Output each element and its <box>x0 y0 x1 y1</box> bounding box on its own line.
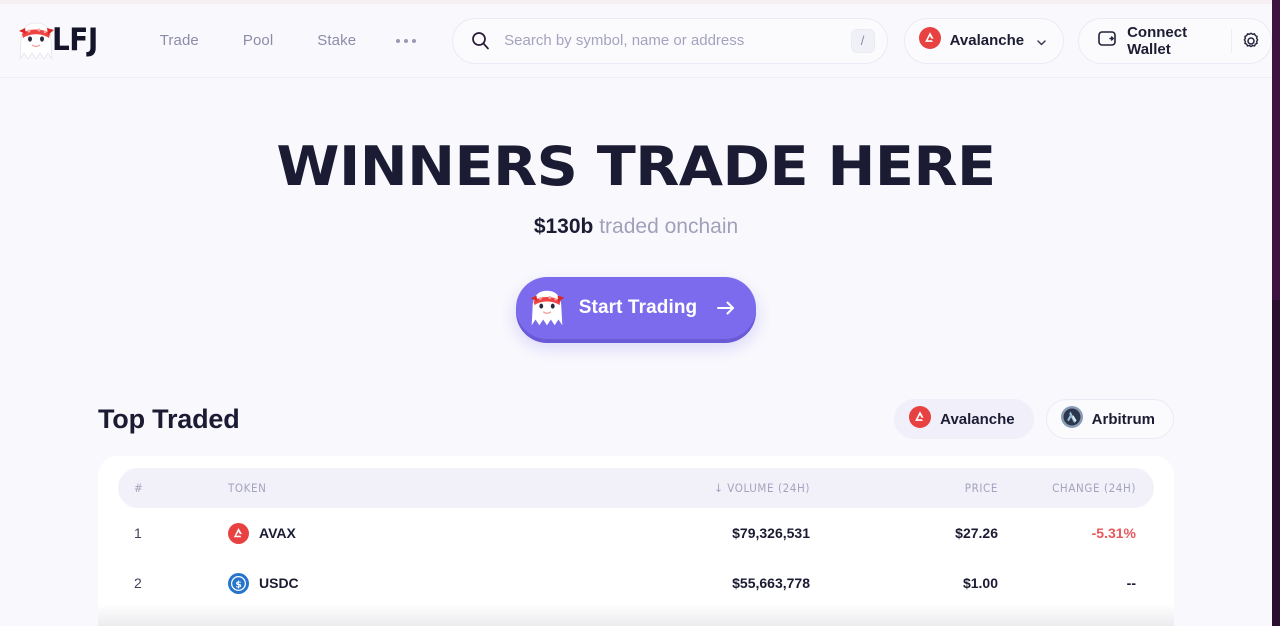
arrow-right-icon <box>715 297 737 319</box>
avalanche-icon <box>228 522 249 544</box>
hero-headline: WINNERS TRADE HERE <box>276 135 996 198</box>
row-token: $ USDC <box>228 572 558 594</box>
hero-subtitle-text: traded onchain <box>599 215 739 238</box>
hero-section: WINNERS TRADE HERE $130b traded onchain <box>0 78 1272 339</box>
svg-text:$: $ <box>235 580 241 590</box>
table-header-row: # TOKEN ↓ VOLUME (24H) PRICE CHANGE (24H… <box>118 468 1154 508</box>
section-title: Top Traded <box>98 403 240 434</box>
connect-wallet-button[interactable]: Connect Wallet <box>1079 19 1231 63</box>
table-row[interactable]: 2 $ USDC $55,663,778 $1.00 -- <box>118 558 1154 608</box>
column-header-volume[interactable]: ↓ VOLUME (24H) <box>558 481 818 495</box>
chain-filter-group: Avalanche Arbitrum <box>894 399 1174 439</box>
table-bottom-fade <box>98 604 1174 626</box>
column-header-rank: # <box>134 481 144 495</box>
main-nav: Trade Pool Stake <box>138 24 434 57</box>
chain-selector-label: Avalanche <box>949 32 1025 49</box>
page-scrollbar-track[interactable] <box>1272 0 1280 626</box>
table-row[interactable]: 1 AVAX $79,326,531 $27.26 -5.31% <box>118 508 1154 558</box>
nav-trade[interactable]: Trade <box>138 24 221 57</box>
search-bar[interactable]: / <box>452 17 888 64</box>
row-rank: 1 <box>134 525 142 541</box>
search-icon <box>471 32 490 50</box>
row-token: AVAX <box>228 522 558 544</box>
column-header-change[interactable]: CHANGE (24H) <box>998 481 1154 495</box>
chain-filter-arbitrum[interactable]: Arbitrum <box>1045 399 1174 439</box>
row-token-symbol: AVAX <box>259 525 296 541</box>
row-change: -5.31% <box>1091 525 1136 541</box>
wallet-icon <box>1097 28 1117 53</box>
chain-selector-button[interactable]: Avalanche <box>903 17 1065 64</box>
brand-logo-text: LFJ <box>52 22 98 58</box>
arbitrum-icon <box>1060 406 1083 432</box>
start-trading-label: Start Trading <box>578 297 698 318</box>
app-header: LFJ Trade Pool Stake / Avalanche <box>0 4 1272 78</box>
chevron-down-icon <box>1036 35 1047 46</box>
connect-wallet-label: Connect Wallet <box>1127 23 1188 58</box>
ghost-mascot-icon <box>525 286 569 330</box>
start-trading-button[interactable]: Start Trading <box>516 277 756 339</box>
avalanche-icon <box>918 27 941 54</box>
wallet-group: Connect Wallet <box>1078 17 1272 64</box>
row-volume: $79,326,531 <box>732 525 810 541</box>
avalanche-icon <box>909 406 932 432</box>
gear-icon[interactable] <box>1232 19 1271 63</box>
hero-subheadline: $130b traded onchain <box>0 216 1272 237</box>
column-header-price[interactable]: PRICE <box>818 481 998 495</box>
ellipsis-icon[interactable] <box>378 31 434 51</box>
row-price: $27.26 <box>955 525 998 541</box>
hero-volume-amount: $130b <box>533 215 594 238</box>
brand-logo[interactable]: LFJ <box>14 16 98 66</box>
search-input[interactable] <box>504 32 851 49</box>
page-scrollbar-thumb[interactable] <box>1272 0 1280 300</box>
row-change: -- <box>1126 575 1136 591</box>
nav-pool[interactable]: Pool <box>221 24 295 57</box>
top-traded-section: Top Traded Avalanche Arbitrum # TOKEN ↓ … <box>98 392 1174 626</box>
chain-filter-arbitrum-label: Arbitrum <box>1091 410 1155 428</box>
row-price: $1.00 <box>962 575 998 591</box>
nav-stake[interactable]: Stake <box>295 24 378 57</box>
row-token-symbol: USDC <box>259 575 299 591</box>
row-volume: $55,663,778 <box>732 575 810 591</box>
row-rank: 2 <box>134 575 142 591</box>
column-header-token: TOKEN <box>228 481 267 495</box>
chain-filter-avalanche-label: Avalanche <box>940 410 1015 428</box>
ghost-mascot-icon <box>14 18 58 64</box>
chain-filter-avalanche[interactable]: Avalanche <box>894 399 1034 439</box>
top-traded-table-card: # TOKEN ↓ VOLUME (24H) PRICE CHANGE (24H… <box>98 456 1174 626</box>
search-shortcut-key: / <box>850 28 875 53</box>
usdc-icon: $ <box>228 572 249 594</box>
